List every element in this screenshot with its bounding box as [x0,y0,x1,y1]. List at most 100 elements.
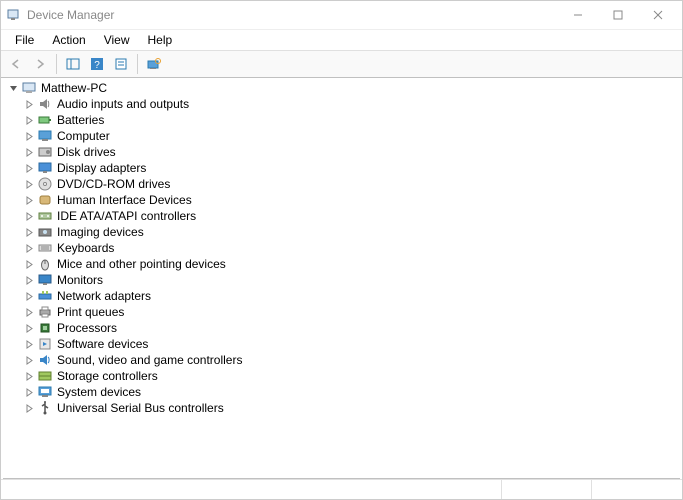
forward-button[interactable] [29,53,51,75]
arrow-left-icon [9,57,23,71]
expand-icon[interactable] [23,194,35,206]
tree-content: Matthew-PC Audio inputs and outputsBatte… [3,78,680,479]
expand-icon[interactable] [23,290,35,302]
tree-category-label: Display adapters [57,161,146,175]
scan-icon [147,57,161,71]
tree-category-node[interactable]: Keyboards [3,240,680,256]
tree-category-label: System devices [57,385,141,399]
tree-category-node[interactable]: Batteries [3,112,680,128]
ide-icon [37,208,53,224]
tree-category-node[interactable]: DVD/CD-ROM drives [3,176,680,192]
tree-category-node[interactable]: Monitors [3,272,680,288]
software-icon [37,336,53,352]
monitor-icon [37,272,53,288]
menubar: File Action View Help [1,29,682,50]
tree-category-label: Software devices [57,337,148,351]
device-tree: Matthew-PC Audio inputs and outputsBatte… [3,80,680,416]
expand-icon[interactable] [23,370,35,382]
tree-category-label: Universal Serial Bus controllers [57,401,224,415]
tree-category-node[interactable]: Sound, video and game controllers [3,352,680,368]
expand-icon[interactable] [23,386,35,398]
statusbar-pane [592,480,682,499]
maximize-button[interactable] [598,1,638,29]
expand-icon[interactable] [23,162,35,174]
menu-file[interactable]: File [7,31,42,49]
expand-icon[interactable] [23,322,35,334]
system-icon [37,384,53,400]
expand-icon[interactable] [23,114,35,126]
properties-icon [114,57,128,71]
expand-icon[interactable] [23,274,35,286]
expand-icon[interactable] [23,402,35,414]
tree-category-node[interactable]: Print queues [3,304,680,320]
keyboard-icon [37,240,53,256]
tree-category-node[interactable]: Human Interface Devices [3,192,680,208]
tree-category-node[interactable]: Display adapters [3,160,680,176]
tree-root-node[interactable]: Matthew-PC [3,80,680,96]
device-manager-window: Device Manager File Action View Help ? [0,0,683,500]
network-icon [37,288,53,304]
menu-action[interactable]: Action [44,31,93,49]
expand-icon[interactable] [23,98,35,110]
scan-hardware-button[interactable] [143,53,165,75]
expand-icon[interactable] [23,354,35,366]
tree-category-node[interactable]: Mice and other pointing devices [3,256,680,272]
usb-icon [37,400,53,416]
tree-category-node[interactable]: Universal Serial Bus controllers [3,400,680,416]
tree-category-node[interactable]: Disk drives [3,144,680,160]
tree-category-node[interactable]: Network adapters [3,288,680,304]
tree-category-label: DVD/CD-ROM drives [57,177,170,191]
menu-view[interactable]: View [96,31,138,49]
tree-category-node[interactable]: Storage controllers [3,368,680,384]
titlebar: Device Manager [1,1,682,29]
help-button[interactable]: ? [86,53,108,75]
tree-category-label: Storage controllers [57,369,158,383]
menu-help[interactable]: Help [140,31,181,49]
tree-category-label: Imaging devices [57,225,144,239]
back-button[interactable] [5,53,27,75]
toolbar-separator [56,54,57,74]
collapse-icon[interactable] [7,82,19,94]
display-icon [37,160,53,176]
expand-icon[interactable] [23,146,35,158]
properties-button[interactable] [110,53,132,75]
tree-category-label: Keyboards [57,241,114,255]
tree-category-label: Processors [57,321,117,335]
window-controls [558,1,678,29]
show-hide-console-button[interactable] [62,53,84,75]
tree-category-label: Audio inputs and outputs [57,97,189,111]
expand-icon[interactable] [23,258,35,270]
expand-icon[interactable] [23,210,35,222]
tree-category-node[interactable]: IDE ATA/ATAPI controllers [3,208,680,224]
expand-icon[interactable] [23,242,35,254]
tree-category-label: IDE ATA/ATAPI controllers [57,209,196,223]
tree-category-label: Human Interface Devices [57,193,192,207]
tree-category-node[interactable]: Audio inputs and outputs [3,96,680,112]
expand-icon[interactable] [23,130,35,142]
tree-category-node[interactable]: System devices [3,384,680,400]
window-title: Device Manager [27,8,558,22]
tree-category-node[interactable]: Computer [3,128,680,144]
tree-category-node[interactable]: Imaging devices [3,224,680,240]
tree-category-label: Mice and other pointing devices [57,257,226,271]
tree-category-node[interactable]: Processors [3,320,680,336]
expand-icon[interactable] [23,226,35,238]
tree-root-label: Matthew-PC [41,81,107,95]
storage-icon [37,368,53,384]
tree-category-label: Network adapters [57,289,151,303]
tree-category-label: Computer [57,129,110,143]
sound-icon [37,352,53,368]
tree-category-node[interactable]: Software devices [3,336,680,352]
expand-icon[interactable] [23,338,35,350]
expand-icon[interactable] [23,178,35,190]
battery-icon [37,112,53,128]
disk-icon [37,144,53,160]
tree-category-label: Sound, video and game controllers [57,353,242,367]
mouse-icon [37,256,53,272]
imaging-icon [37,224,53,240]
statusbar [1,479,682,499]
close-button[interactable] [638,1,678,29]
expand-icon[interactable] [23,306,35,318]
dvd-icon [37,176,53,192]
minimize-button[interactable] [558,1,598,29]
